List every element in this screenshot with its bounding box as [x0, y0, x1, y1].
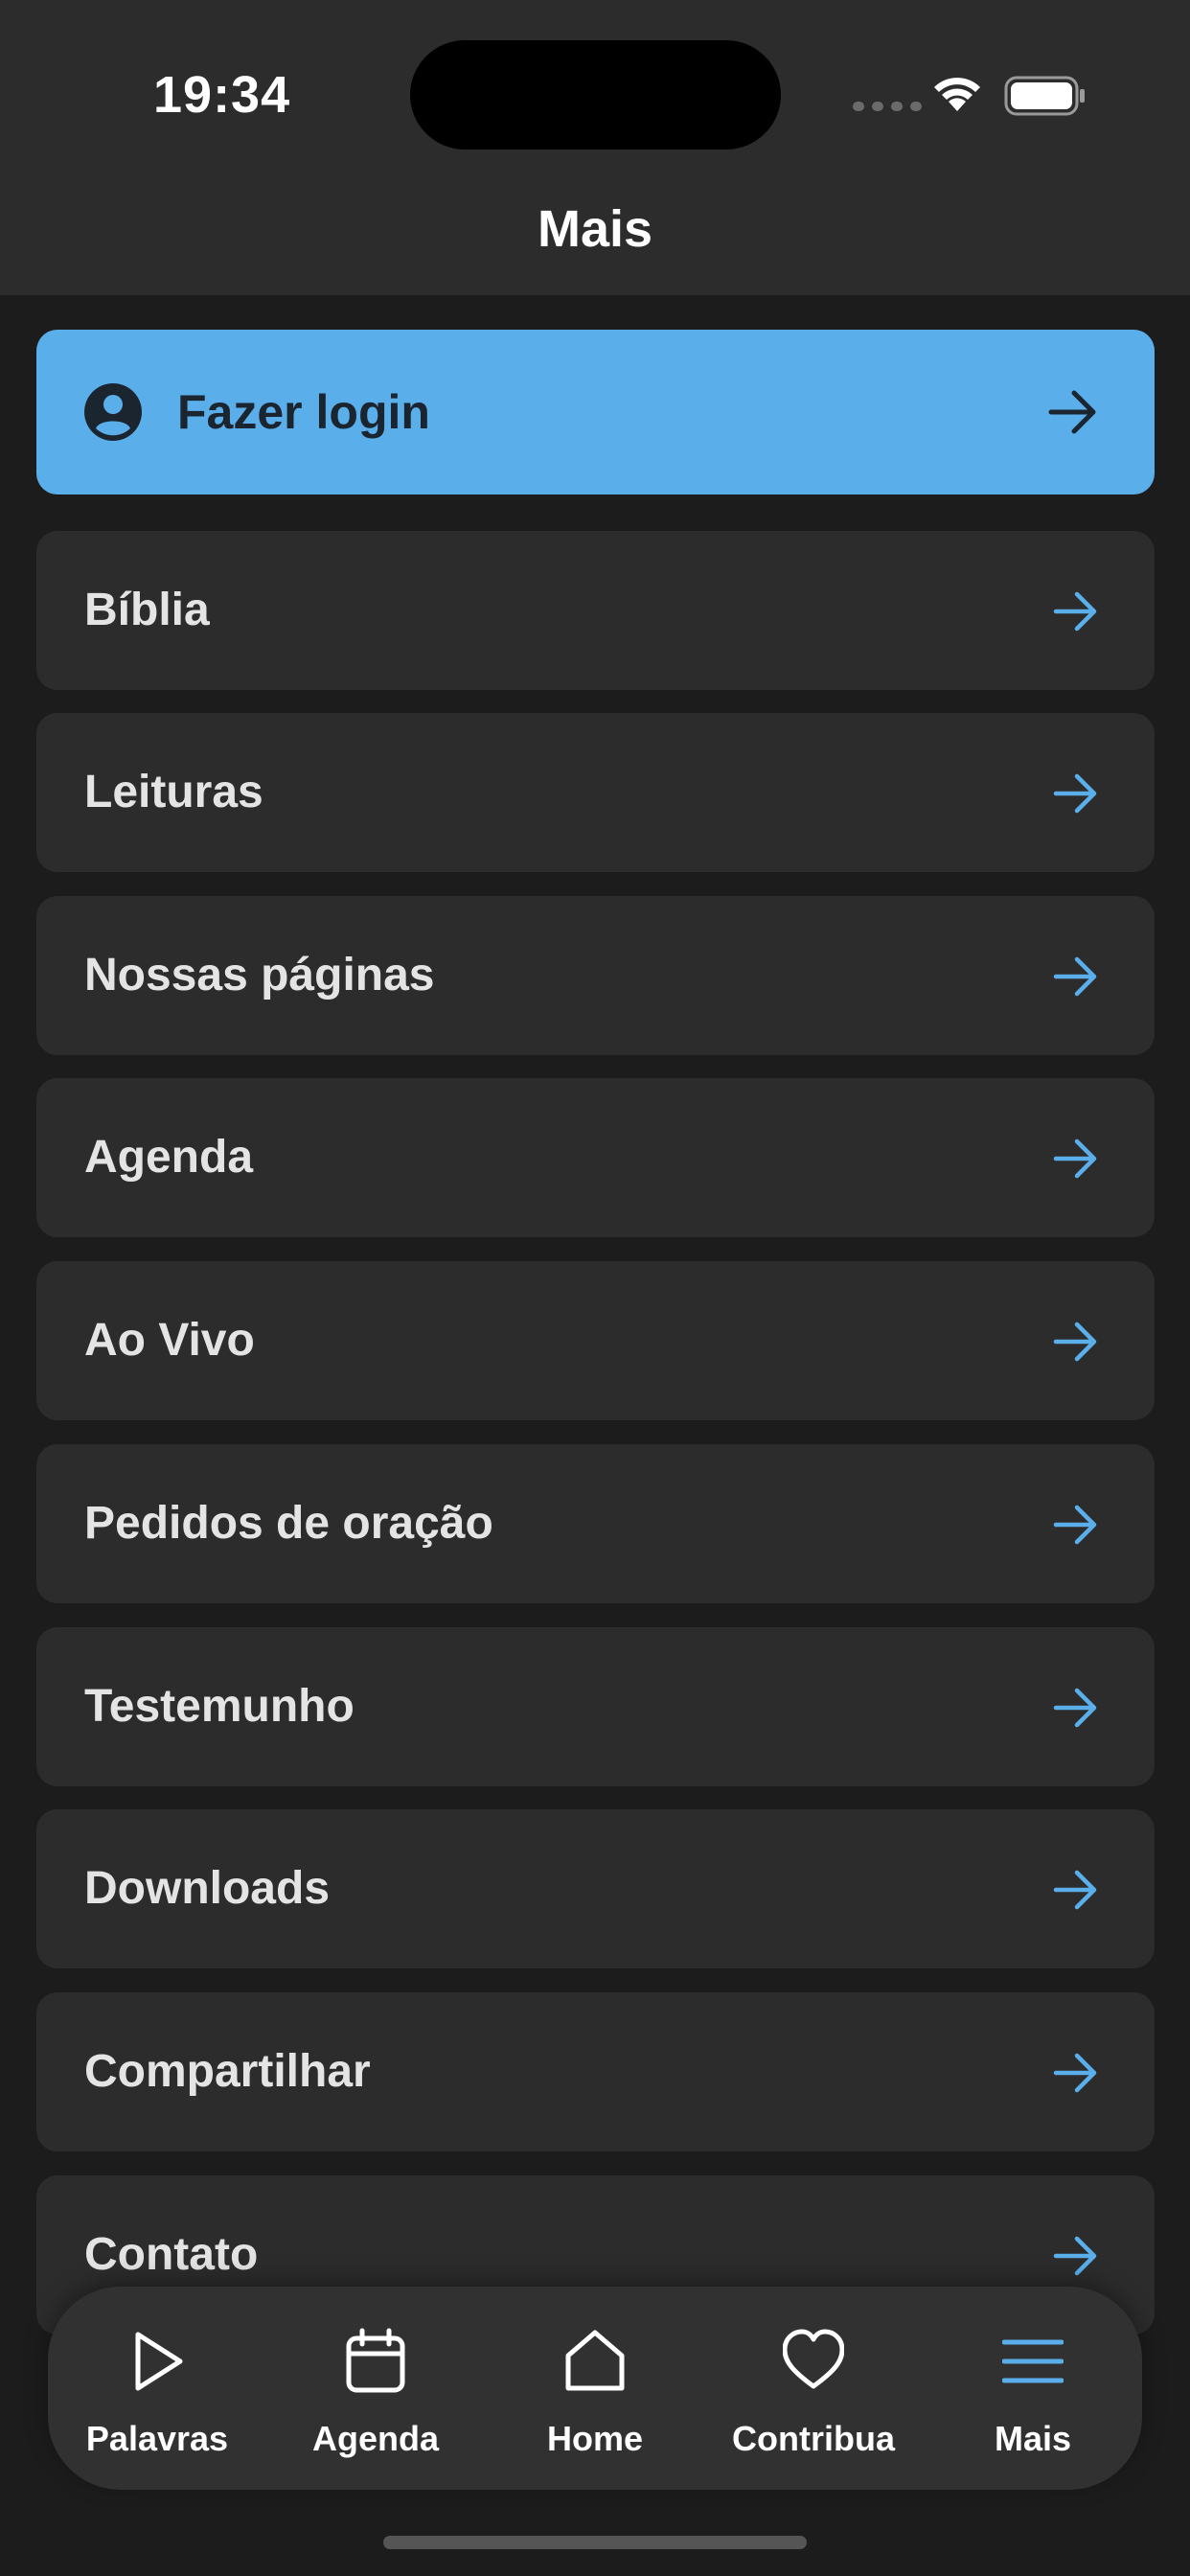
play-icon — [135, 2332, 183, 2391]
wifi-icon — [934, 78, 980, 111]
tab-agenda[interactable]: Agenda — [280, 2287, 471, 2490]
menu-item-label: Testemunho — [84, 1681, 355, 1732]
status-time: 19:34 — [153, 66, 291, 124]
user-circle-icon — [84, 383, 142, 441]
arrow-right-icon — [1053, 956, 1097, 997]
menu-item-agenda[interactable]: Agenda — [36, 1078, 1155, 1237]
arrow-right-icon — [1053, 773, 1097, 814]
page-title: Mais — [537, 200, 653, 258]
arrow-right-icon — [1053, 1688, 1097, 1728]
arrow-right-icon — [1053, 591, 1097, 632]
tab-label: Agenda — [311, 2419, 439, 2458]
tab-label: Palavras — [85, 2419, 229, 2458]
battery-icon — [1004, 76, 1085, 116]
tab-contribua[interactable]: Contribua — [718, 2287, 909, 2490]
login-label: Fazer login — [177, 385, 430, 439]
menu-item-label: Leituras — [84, 767, 263, 817]
tab-label: Mais — [994, 2419, 1072, 2458]
arrow-right-icon — [1053, 1505, 1097, 1545]
menu-item-compartilhar[interactable]: Compartilhar — [36, 1992, 1155, 2151]
menu-item-testemunho[interactable]: Testemunho — [36, 1627, 1155, 1786]
menu-item-label: Agenda — [84, 1132, 254, 1183]
tab-home[interactable]: Home — [499, 2287, 691, 2490]
menu-item-label: Nossas páginas — [84, 950, 435, 1000]
arrow-right-icon — [1053, 2236, 1097, 2276]
heart-icon — [783, 2329, 844, 2389]
menu-item-biblia[interactable]: Bíblia — [36, 531, 1155, 690]
dynamic-island — [410, 40, 781, 150]
menu-item-label: Bíblia — [84, 585, 210, 635]
arrow-right-icon — [1053, 1322, 1097, 1362]
calendar-icon — [346, 2328, 405, 2393]
arrow-right-icon — [1053, 2053, 1097, 2093]
menu-icon — [1002, 2339, 1064, 2383]
tab-mais[interactable]: Mais — [937, 2287, 1129, 2490]
arrow-right-icon — [1053, 1870, 1097, 1910]
menu-item-pedidos-de-oracao[interactable]: Pedidos de oração — [36, 1444, 1155, 1603]
tab-label: Contribua — [732, 2419, 895, 2458]
home-icon — [565, 2330, 625, 2391]
menu-item-label: Ao Vivo — [84, 1315, 255, 1366]
tab-label: Home — [546, 2419, 644, 2458]
tab-bar: Palavras Agenda Home Contribua Mais — [48, 2287, 1142, 2490]
menu-item-downloads[interactable]: Downloads — [36, 1809, 1155, 1968]
screen: 19:34 Mais Fazer login Bíblia Leituras N… — [0, 0, 1190, 2576]
login-button[interactable]: Fazer login — [36, 330, 1155, 494]
home-indicator[interactable] — [383, 2536, 807, 2549]
menu-item-leituras[interactable]: Leituras — [36, 713, 1155, 872]
menu-list: Fazer login Bíblia Leituras Nossas págin… — [36, 330, 1155, 2334]
menu-item-label: Compartilhar — [84, 2046, 371, 2097]
arrow-right-icon — [1053, 1138, 1097, 1179]
tab-palavras[interactable]: Palavras — [61, 2287, 253, 2490]
menu-item-ao-vivo[interactable]: Ao Vivo — [36, 1261, 1155, 1420]
cellular-signal-icon — [853, 102, 922, 111]
menu-item-label: Downloads — [84, 1863, 331, 1914]
menu-item-nossas-paginas[interactable]: Nossas páginas — [36, 896, 1155, 1055]
top-bar: 19:34 Mais — [0, 0, 1190, 295]
menu-item-label: Pedidos de oração — [84, 1498, 493, 1549]
arrow-right-icon — [1048, 390, 1096, 434]
